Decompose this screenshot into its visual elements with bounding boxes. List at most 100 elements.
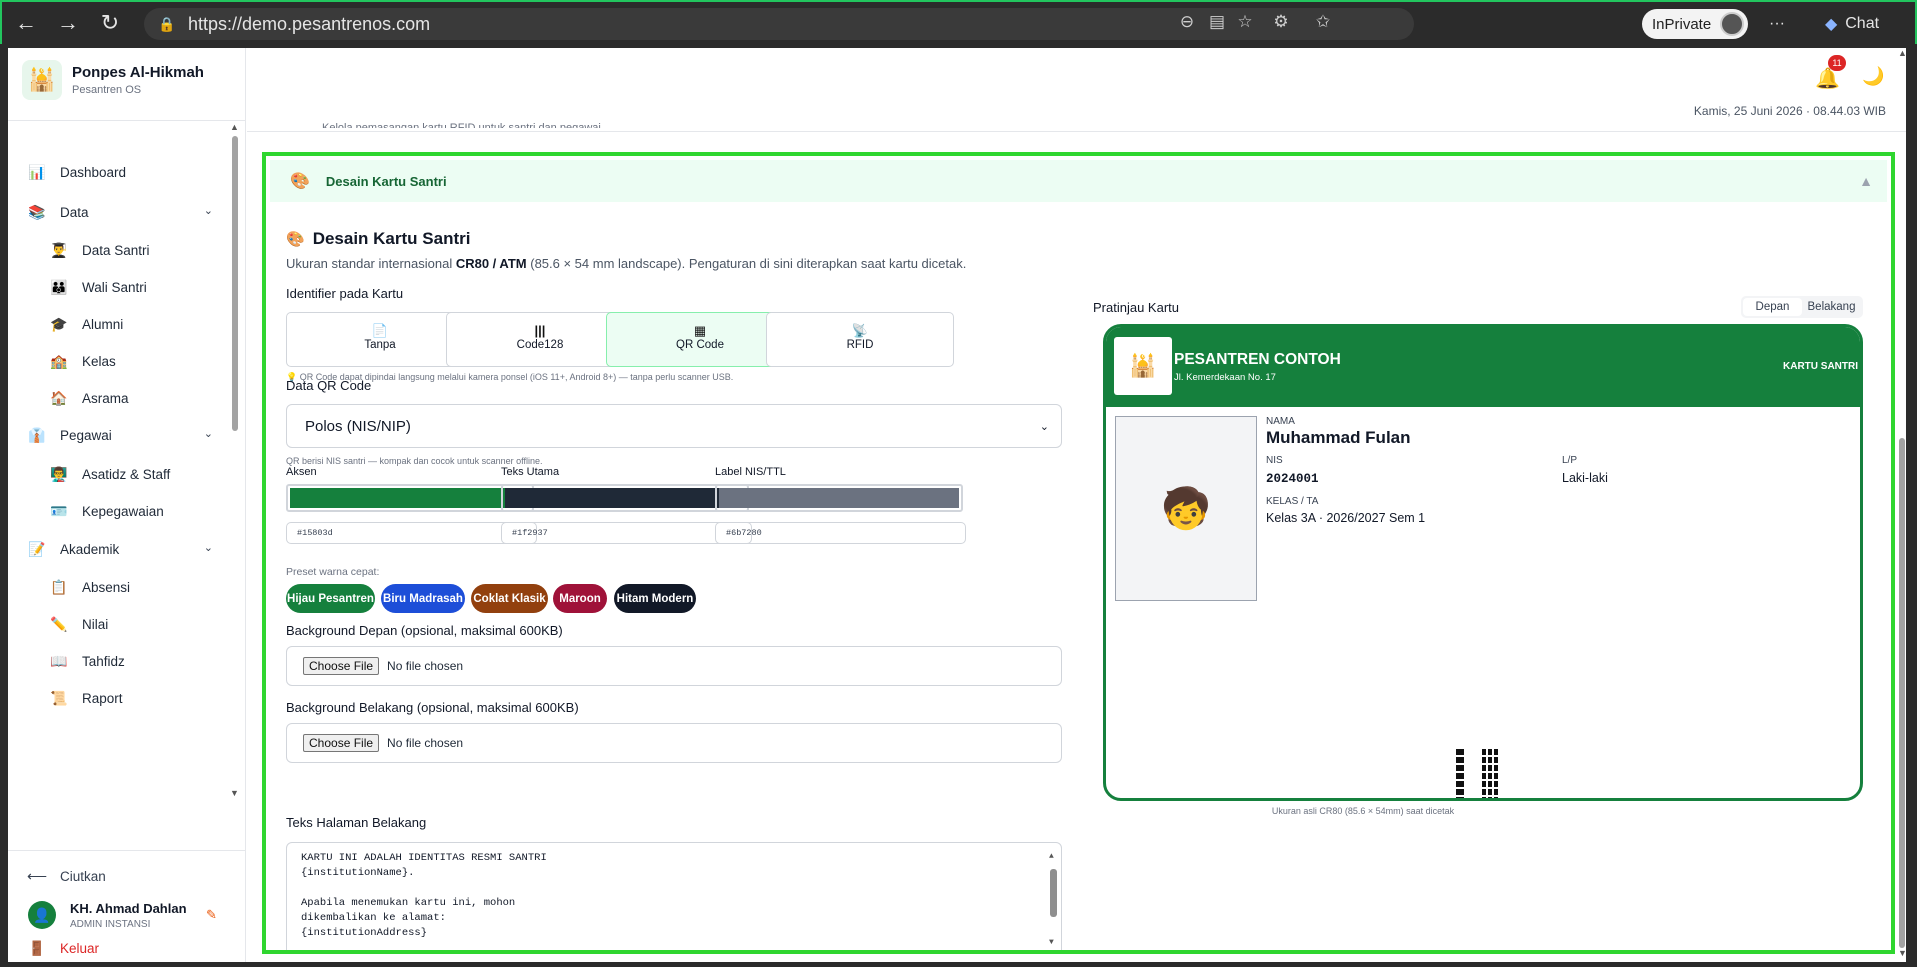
- sidebar-item-label: Raport: [82, 690, 123, 706]
- sidebar-item-data-santri[interactable]: 👨‍🎓 Data Santri: [50, 235, 235, 265]
- favorite-star-icon[interactable]: ☆: [1232, 12, 1258, 36]
- sidebar-item-label: Alumni: [82, 316, 124, 332]
- qr-hint: QR berisi NIS santri — kompak dan cocok …: [286, 456, 543, 466]
- qr-data-select[interactable]: Polos (NIS/NIP) ⌄: [286, 404, 1062, 448]
- url-text: https://demo.pesantrenos.com: [188, 13, 431, 34]
- copilot-chat-button[interactable]: ◆ Chat: [1802, 9, 1902, 39]
- sidebar-item-kelas[interactable]: 🏫 Kelas: [50, 346, 235, 376]
- pencil-icon: ✏️: [50, 615, 68, 632]
- field-key-lp: L/P: [1562, 455, 1578, 466]
- forward-icon[interactable]: →: [50, 5, 86, 41]
- bg-front-file-input[interactable]: Choose File No file chosen: [286, 646, 1062, 686]
- choose-file-button[interactable]: Choose File: [303, 657, 380, 675]
- preset-biru-madrasah[interactable]: Biru Madrasah: [381, 584, 465, 613]
- nis-label-color-picker[interactable]: [715, 484, 963, 512]
- identifier-option-rfid[interactable]: 📡 RFID: [766, 312, 954, 367]
- extensions-icon[interactable]: ⚙: [1268, 12, 1294, 36]
- sidebar-footer: ⟵ Ciutkan 👤 KH. Ahmad Dahlan ADMIN INSTAN…: [8, 850, 246, 962]
- scrollbar-thumb[interactable]: [232, 136, 238, 431]
- more-icon[interactable]: ···: [1762, 9, 1792, 39]
- sidebar-item-alumni[interactable]: 🎓 Alumni: [50, 309, 235, 339]
- notification-badge: 11: [1828, 55, 1846, 71]
- open-book-icon: 📖: [50, 652, 68, 669]
- accent-color-picker[interactable]: [286, 484, 534, 512]
- address-bar[interactable]: 🔒 https://demo.pesantrenos.com ⊖ ▤ ☆ ⚙ ✩: [144, 8, 1414, 40]
- child-face-icon: 🧒: [1161, 487, 1211, 531]
- graduation-cap-icon: 🎓: [50, 315, 68, 332]
- preset-hijau-pesantren[interactable]: Hijau Pesantren: [286, 584, 375, 613]
- student-photo-placeholder: 🧒: [1115, 416, 1257, 601]
- staff-icon: 👔: [28, 426, 46, 443]
- sidebar-item-kepegawaian[interactable]: 🪪 Kepegawaian: [50, 496, 235, 526]
- preview-caption: Ukuran asli CR80 (85.6 × 54mm) saat dice…: [1271, 806, 1455, 816]
- sidebar-item-dashboard[interactable]: 📊 Dashboard: [28, 157, 213, 187]
- preset-hitam-modern[interactable]: Hitam Modern: [614, 584, 696, 613]
- reader-icon[interactable]: ▤: [1204, 12, 1230, 36]
- sidebar-item-absensi[interactable]: 📋 Absensi: [50, 572, 235, 602]
- favorites-icon[interactable]: ✩: [1310, 12, 1336, 36]
- textarea-scrollbar[interactable]: ▲ ▼: [1049, 849, 1059, 949]
- collapse-button[interactable]: ⟵ Ciutkan: [27, 861, 213, 891]
- dark-mode-icon[interactable]: 🌙: [1862, 66, 1884, 87]
- scrollbar-thumb[interactable]: [1899, 438, 1905, 948]
- preset-coklat-klasik[interactable]: Coklat Klasik: [471, 584, 548, 613]
- option-label: Code128: [516, 339, 564, 351]
- choose-file-button[interactable]: Choose File: [303, 734, 380, 752]
- scroll-up-icon[interactable]: ▲: [230, 122, 239, 132]
- identifier-label: Identifier pada Kartu: [286, 286, 404, 301]
- sidebar-item-raport[interactable]: 📜 Raport: [50, 683, 235, 713]
- sidebar: 🕌 Ponpes Al-Hikmah Pesantren OS 📊 Dashboa…: [8, 48, 246, 962]
- collapse-label: Ciutkan: [60, 868, 106, 884]
- bg-back-file-input[interactable]: Choose File No file chosen: [286, 723, 1062, 763]
- user-role: ADMIN INSTANSI: [70, 919, 151, 930]
- accent-hex-input[interactable]: #15803d: [286, 522, 537, 544]
- edit-icon[interactable]: ✎: [206, 907, 217, 923]
- option-label: QR Code: [676, 339, 724, 351]
- preset-maroon[interactable]: Maroon: [553, 584, 607, 613]
- main-text-color-picker[interactable]: [501, 484, 749, 512]
- card-school-name: PESANTREN CONTOH: [1174, 351, 1341, 368]
- page-scrollbar[interactable]: ▲ ▼: [1896, 48, 1908, 962]
- select-value: Polos (NIS/NIP): [305, 417, 411, 435]
- sidebar-item-tahfidz[interactable]: 📖 Tahfidz: [50, 646, 235, 676]
- sidebar-item-wali-santri[interactable]: 👪 Wali Santri: [50, 272, 235, 302]
- sidebar-scrollbar[interactable]: ▲ ▼: [230, 122, 240, 802]
- id-card-icon: 🪪: [50, 502, 68, 519]
- accent-label: Aksen: [286, 466, 317, 478]
- scroll-down-icon[interactable]: ▼: [230, 788, 239, 798]
- accordion-header[interactable]: 🎨 Desain Kartu Santri ▲: [270, 160, 1887, 202]
- sidebar-item-asatidz-staff[interactable]: 👨‍🏫 Asatidz & Staff: [50, 459, 235, 489]
- field-key-nis: NIS: [1266, 455, 1283, 466]
- logout-button[interactable]: 🚪 Keluar: [28, 933, 213, 962]
- avatar: 👤: [28, 901, 56, 929]
- tab-belakang[interactable]: Belakang: [1802, 298, 1861, 316]
- sidebar-item-asrama[interactable]: 🏠 Asrama: [50, 383, 235, 413]
- house-icon: 🏠: [50, 389, 68, 406]
- sidebar-item-data[interactable]: 📚 Data ⌄: [28, 197, 213, 227]
- sidebar-item-akademik[interactable]: 📝 Akademik ⌄: [28, 534, 213, 564]
- nis-label-color-label: Label NIS/TTL: [715, 466, 786, 478]
- scroll-up-icon[interactable]: ▲: [1898, 48, 1907, 58]
- sidebar-item-label: Nilai: [82, 616, 109, 632]
- sidebar-item-pegawai[interactable]: 👔 Pegawai ⌄: [28, 420, 213, 450]
- scroll-down-icon[interactable]: ▼: [1898, 948, 1907, 958]
- logout-label: Keluar: [60, 940, 100, 956]
- qr-data-label: Data QR Code: [286, 378, 372, 393]
- inprivate-button[interactable]: InPrivate: [1642, 9, 1748, 39]
- mosque-logo-icon: 🕌: [1114, 337, 1172, 395]
- back-text-textarea[interactable]: KARTU INI ADALAH IDENTITAS RESMI SANTRI …: [286, 842, 1062, 950]
- nis-label-hex-input[interactable]: #6b7280: [715, 522, 966, 544]
- brand[interactable]: 🕌 Ponpes Al-Hikmah Pesantren OS: [22, 60, 204, 100]
- books-icon: 📚: [28, 203, 46, 220]
- section-heading: 🎨 Desain Kartu Santri: [286, 229, 470, 249]
- tab-depan[interactable]: Depan: [1743, 298, 1802, 316]
- refresh-icon[interactable]: ↻: [92, 5, 128, 41]
- back-icon[interactable]: ←: [8, 5, 44, 41]
- collapse-triangle-icon[interactable]: ▲: [1859, 173, 1873, 189]
- inprivate-label: InPrivate: [1652, 15, 1712, 33]
- zoom-icon[interactable]: ⊖: [1174, 12, 1200, 36]
- sidebar-item-label: Data Santri: [82, 242, 150, 258]
- app-window: 🕌 Ponpes Al-Hikmah Pesantren OS 📊 Dashboa…: [8, 48, 1906, 962]
- sidebar-item-label: Akademik: [60, 541, 120, 557]
- sidebar-item-nilai[interactable]: ✏️ Nilai: [50, 609, 235, 639]
